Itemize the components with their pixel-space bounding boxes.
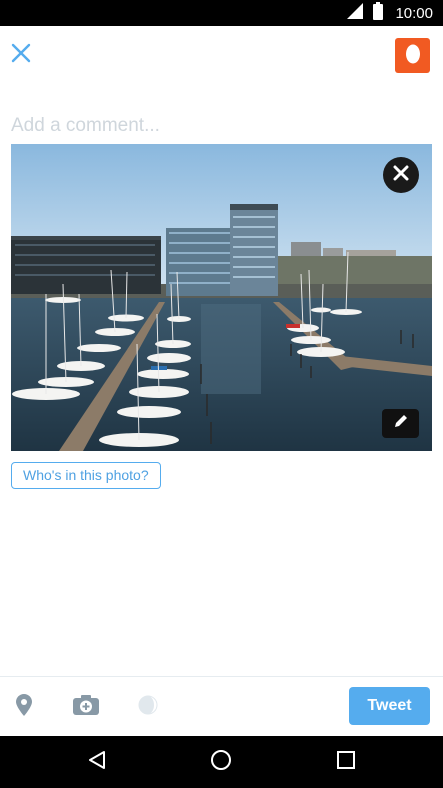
tag-people-button[interactable]: Who's in this photo? [11, 462, 161, 489]
location-button[interactable] [14, 693, 34, 721]
recents-square-icon [337, 750, 355, 774]
close-icon [393, 165, 409, 186]
avatar[interactable] [395, 38, 430, 73]
status-time: 10:00 [395, 4, 433, 22]
tweet-button[interactable]: Tweet [349, 687, 430, 725]
camera-add-icon [73, 694, 99, 720]
close-button[interactable] [8, 40, 34, 70]
pencil-icon [394, 414, 408, 433]
half-moon-icon [138, 695, 158, 720]
attached-photo [11, 144, 432, 451]
back-triangle-icon [88, 750, 106, 775]
system-nav-bar [0, 736, 443, 788]
status-bar: 10:00 [0, 0, 443, 26]
remove-photo-button[interactable] [383, 157, 419, 193]
add-photo-button[interactable] [73, 693, 99, 721]
compose-header [0, 26, 443, 86]
status-icons: 10:00 [347, 0, 433, 26]
theme-button[interactable] [137, 693, 159, 721]
close-icon [11, 43, 31, 68]
egg-avatar-icon [405, 42, 421, 69]
home-circle-icon [210, 749, 232, 776]
recents-button[interactable] [316, 736, 376, 788]
back-button[interactable] [67, 736, 127, 788]
home-button[interactable] [191, 736, 251, 788]
compose-toolbar: Tweet [0, 676, 443, 737]
edit-photo-button[interactable] [382, 409, 419, 438]
compose-screen: 10:00 Add a comment... Who's in this pho… [0, 0, 443, 788]
signal-icon [347, 2, 364, 24]
battery-icon [373, 1, 384, 25]
location-pin-icon [16, 693, 32, 721]
comment-input[interactable] [11, 112, 431, 140]
